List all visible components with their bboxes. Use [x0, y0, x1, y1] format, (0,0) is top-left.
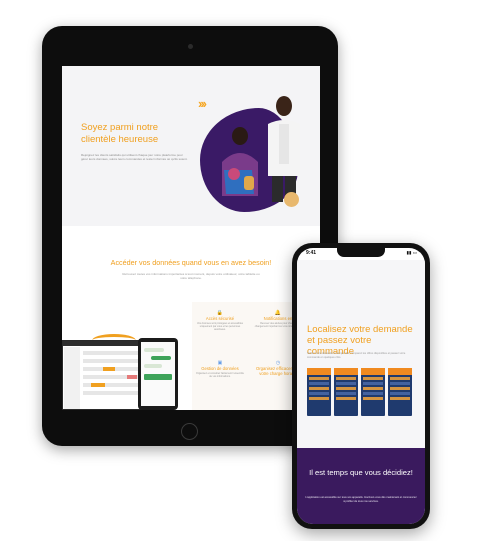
pricing-plan[interactable]	[388, 368, 412, 416]
hero-text: Rejoignez les clients satisfaits qui uti…	[81, 153, 188, 162]
footer-text: L'application est accessible sur tous vo…	[305, 496, 417, 503]
pricing-plan[interactable]	[361, 368, 385, 416]
phone-device: 9:41 ▮▮ ▭ Localisez votre demande et pas…	[292, 243, 430, 529]
signal-battery-icon: ▮▮ ▭	[406, 250, 417, 255]
section-title: Accéder vos données quand vous en avez b…	[110, 258, 272, 267]
hero-title: Soyez parmi notre clientèle heureuse	[81, 122, 159, 145]
gold-dot-decoration	[284, 192, 299, 207]
phone-text: Suivez votre demande en temps réel, comp…	[307, 352, 406, 359]
feature-title: Accès sécurisé	[205, 316, 235, 321]
feature-title: Gestion de données	[201, 366, 239, 371]
pricing-plan[interactable]	[334, 368, 358, 416]
status-time: 9:41	[306, 250, 317, 256]
section-text: Retrouvez toutes vos informations import…	[122, 272, 260, 281]
tablet-home-button[interactable]	[181, 423, 198, 440]
chevrons-icon: ›››	[198, 96, 207, 111]
feature-text: Organisez et consultez facilement l'ense…	[196, 372, 244, 379]
tablet-screen: ››› Soyez parmi notre clientèle heureuse…	[62, 66, 320, 410]
feature-item: 🔒 Accès sécurisé Vos données sont protég…	[196, 310, 244, 332]
feature-item: ▣ Gestion de données Organisez et consul…	[196, 360, 244, 378]
tablet-camera	[188, 44, 193, 49]
hero-section: ››› Soyez parmi notre clientèle heureuse…	[62, 66, 320, 226]
mini-phone-screen	[141, 342, 175, 406]
phone-notch	[337, 248, 385, 257]
mini-phone-mockup	[138, 338, 178, 410]
man-illustration	[268, 96, 300, 202]
feature-text: Vos données sont protégées et accessible…	[197, 322, 243, 332]
footer-title: Il est temps que vous décidiez!	[309, 468, 413, 477]
phone-footer: Il est temps que vous décidiez! L'applic…	[297, 448, 425, 524]
phone-screen: 9:41 ▮▮ ▭ Localisez votre demande et pas…	[297, 248, 425, 524]
laptop-sidebar	[64, 347, 80, 409]
mini-phone-chat-illustration	[144, 348, 172, 380]
pricing-plan[interactable]	[307, 368, 331, 416]
